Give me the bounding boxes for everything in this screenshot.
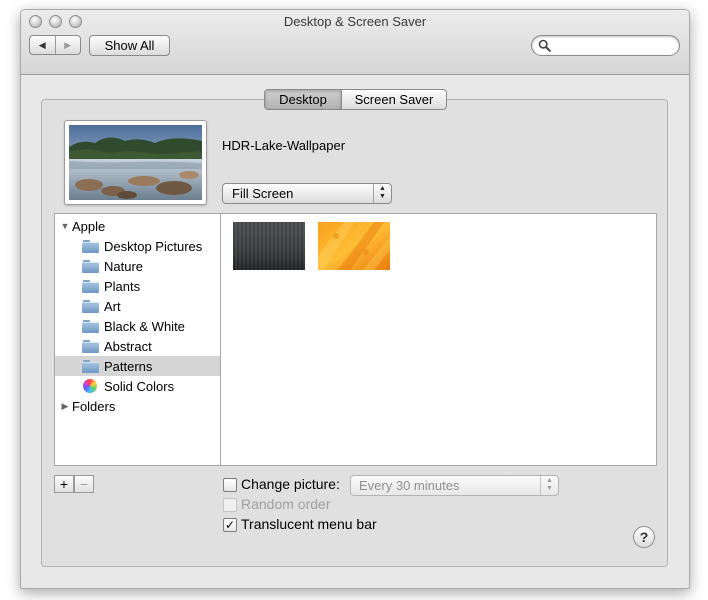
change-picture-checkbox[interactable]	[223, 478, 237, 492]
folder-icon	[82, 299, 99, 313]
sidebar-item-label: Nature	[104, 258, 144, 274]
title-bar: Desktop & Screen Saver ◀ ▶ Show All	[21, 10, 689, 75]
folder-icon	[82, 239, 99, 253]
lake-wallpaper-thumbnail	[69, 125, 202, 200]
sidebar-group-folders[interactable]: ▶ Folders	[55, 396, 220, 416]
sidebar-item-patterns[interactable]: Patterns	[55, 356, 220, 376]
source-list: ▼ Apple Desktop Pictures Nature Plants A…	[54, 213, 221, 466]
search-field[interactable]	[531, 35, 680, 56]
color-wheel-icon	[83, 379, 97, 393]
folder-icon	[82, 319, 99, 333]
disclosure-down-icon[interactable]: ▼	[61, 221, 70, 231]
dark-stripes-thumbnail	[233, 222, 305, 270]
translucent-menu-bar-checkbox[interactable]: ✓	[223, 518, 237, 532]
search-icon	[538, 39, 551, 52]
sidebar-item-art[interactable]: Art	[55, 296, 220, 316]
change-interval-value: Every 30 minutes	[359, 478, 460, 493]
change-interval-popup[interactable]: Every 30 minutes ▲ ▼	[350, 475, 559, 496]
change-picture-label: Change picture:	[241, 476, 340, 492]
preferences-window: Desktop & Screen Saver ◀ ▶ Show All Desk…	[20, 9, 690, 589]
tab-desktop[interactable]: Desktop	[265, 90, 342, 109]
sidebar-item-label: Apple	[72, 218, 106, 234]
dark-stripes-pattern[interactable]	[233, 222, 305, 270]
sidebar-item-solid-colors[interactable]: Solid Colors	[55, 376, 220, 396]
sidebar-item-desktop-pictures[interactable]: Desktop Pictures	[55, 236, 220, 256]
folder-icon	[82, 339, 99, 353]
orange-pattern-thumbnail	[313, 217, 398, 270]
folder-icon	[82, 359, 99, 373]
back-forward-control: ◀ ▶	[29, 35, 81, 55]
sidebar-item-black-white[interactable]: Black & White	[55, 316, 220, 336]
popup-arrows-icon: ▲ ▼	[373, 184, 391, 203]
sidebar-item-label: Desktop Pictures	[104, 238, 203, 254]
add-folder-button[interactable]: +	[54, 475, 74, 493]
tab-screen-saver[interactable]: Screen Saver	[342, 90, 446, 109]
folder-icon	[82, 279, 99, 293]
current-wallpaper-preview[interactable]	[64, 120, 207, 205]
sidebar-group-apple[interactable]: ▼ Apple	[55, 216, 220, 236]
fit-option-popup[interactable]: Fill Screen ▲ ▼	[222, 183, 392, 204]
checkmark-icon: ✓	[224, 518, 236, 532]
back-button[interactable]: ◀	[30, 36, 55, 54]
sidebar-item-plants[interactable]: Plants	[55, 276, 220, 296]
forward-button[interactable]: ▶	[54, 36, 81, 54]
sidebar-item-nature[interactable]: Nature	[55, 256, 220, 276]
sidebar-item-label: Plants	[104, 278, 141, 294]
sidebar-item-label: Art	[104, 298, 121, 314]
popup-arrows-icon: ▲ ▼	[540, 476, 558, 495]
folder-icon	[82, 259, 99, 273]
sidebar-item-label: Patterns	[104, 358, 153, 374]
search-input[interactable]	[554, 38, 672, 53]
sidebar-item-label: Abstract	[104, 338, 152, 354]
disclosure-right-icon[interactable]: ▶	[61, 401, 69, 411]
sidebar-item-label: Black & White	[104, 318, 185, 334]
picture-grid	[220, 213, 657, 466]
tab-control: Desktop Screen Saver	[264, 89, 447, 110]
show-all-button[interactable]: Show All	[89, 35, 170, 56]
wallpaper-name: HDR-Lake-Wallpaper	[222, 138, 346, 153]
sidebar-item-abstract[interactable]: Abstract	[55, 336, 220, 356]
sidebar-item-label: Folders	[72, 398, 116, 414]
random-order-label: Random order	[241, 496, 331, 512]
random-order-checkbox[interactable]	[223, 498, 237, 512]
fit-option-value: Fill Screen	[232, 186, 294, 201]
translucent-menu-bar-label: Translucent menu bar	[241, 516, 377, 532]
help-button[interactable]: ?	[633, 526, 655, 548]
sidebar-item-label: Solid Colors	[104, 378, 175, 394]
orange-pattern[interactable]	[313, 217, 398, 270]
remove-folder-button[interactable]: −	[74, 475, 94, 493]
window-title: Desktop & Screen Saver	[283, 14, 427, 29]
